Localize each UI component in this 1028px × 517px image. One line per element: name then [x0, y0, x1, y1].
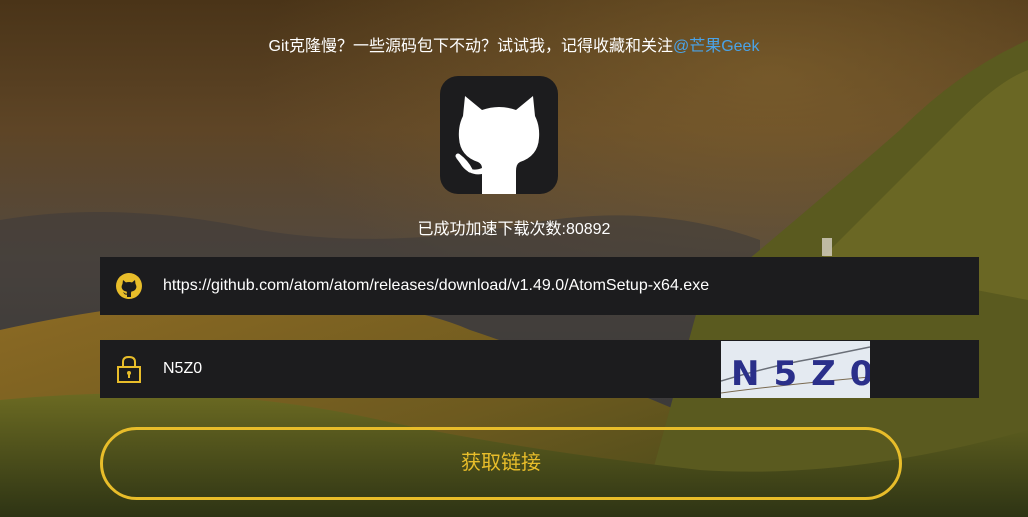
captcha-field-row: N5Z0 N5Z0: [100, 340, 979, 398]
download-count: 已成功加速下载次数:80892: [417, 221, 611, 238]
github-logo: [440, 76, 558, 194]
get-link-button[interactable]: 获取链接: [100, 427, 902, 500]
header-notice: Git克隆慢？一些源码包下不动？试试我，记得收藏和关注@芒果Geek: [0, 32, 1028, 56]
url-input[interactable]: https://github.com/atom/atom/releases/do…: [163, 257, 709, 315]
lock-icon: [117, 355, 141, 383]
notice-text: Git克隆慢？一些源码包下不动？试试我，记得收藏和关注: [268, 38, 673, 55]
github-icon: [116, 273, 142, 299]
captcha-image[interactable]: N5Z0: [720, 341, 873, 398]
captcha-text: N5Z0: [731, 354, 870, 394]
author-link[interactable]: @芒果Geek: [673, 38, 760, 55]
url-field-row: https://github.com/atom/atom/releases/do…: [100, 257, 979, 315]
github-octocat-icon: [455, 96, 540, 194]
captcha-input[interactable]: N5Z0: [163, 340, 202, 398]
